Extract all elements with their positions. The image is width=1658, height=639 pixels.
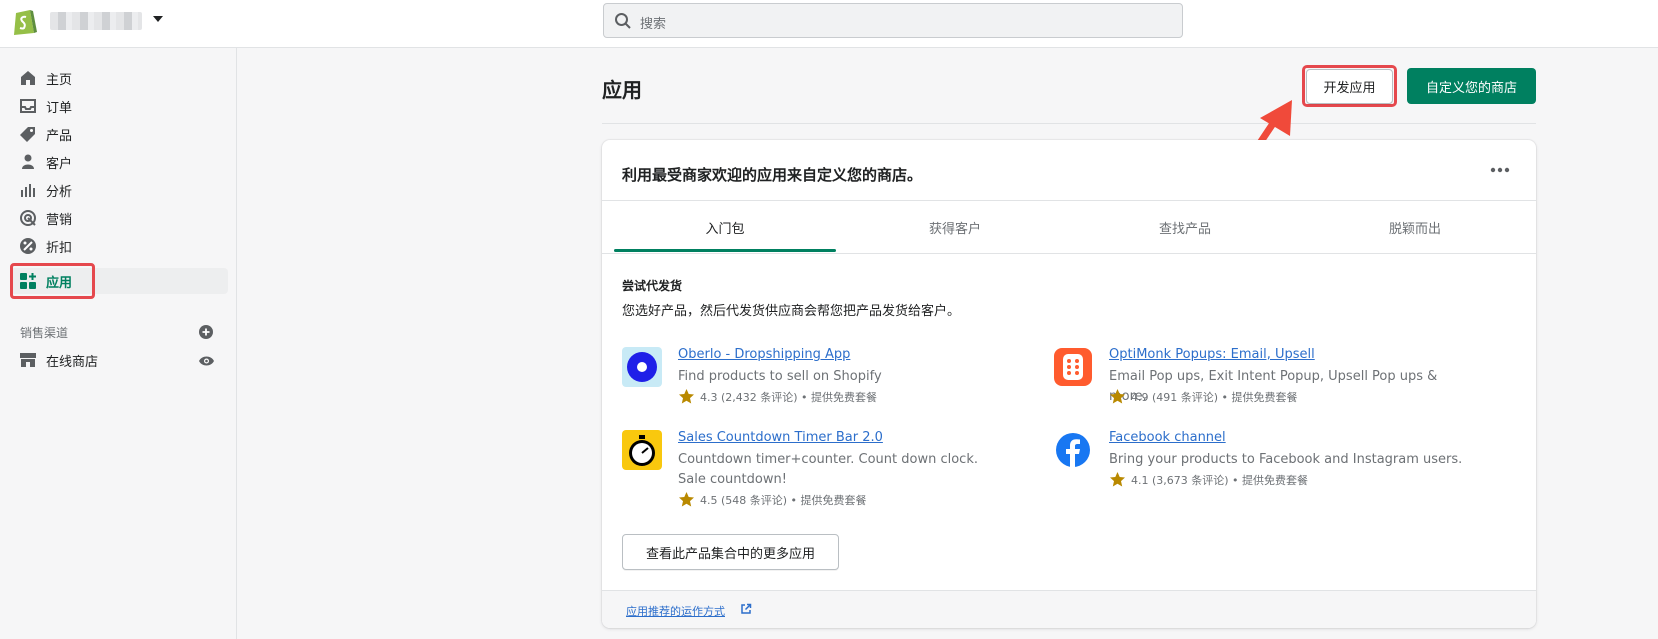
customize-store-button[interactable]: 自定义您的商店 [1407, 68, 1536, 104]
inbox-icon [20, 99, 36, 113]
active-tab-indicator [614, 249, 836, 252]
more-horizontal-icon[interactable] [1490, 166, 1510, 174]
add-circle-icon[interactable] [199, 325, 213, 339]
app-rating: 4.1 (3,673 条评论) • 提供免费套餐 [1109, 471, 1308, 488]
how-recommendations-work-link[interactable]: 应用推荐的运作方式 [626, 603, 725, 619]
app-name-link[interactable]: Sales Countdown Timer Bar 2.0 [678, 430, 883, 445]
view-more-apps-button[interactable]: 查看此产品集合中的更多应用 [622, 534, 839, 570]
sidebar-item-customers[interactable]: 客户 [10, 149, 228, 175]
app-rating-text: 4.9 (491 条评论) • 提供免费套餐 [1131, 391, 1298, 404]
app-rating-text: 4.3 (2,432 条评论) • 提供免费套餐 [700, 391, 878, 404]
sidebar-item-label: 客户 [46, 157, 73, 172]
recommended-apps-card: 利用最受商家欢迎的应用来自定义您的商店。 入门包 获得客户 查找产品 脱颖而出 … [602, 140, 1536, 628]
store-icon [20, 353, 36, 367]
star-icon [679, 492, 694, 507]
person-icon [22, 154, 34, 169]
facebook-app-icon[interactable] [1053, 430, 1093, 470]
chevron-down-icon[interactable] [153, 16, 163, 22]
sidebar-item-label: 分析 [46, 185, 73, 200]
app-rating-text: 4.1 (3,673 条评论) • 提供免费套餐 [1131, 474, 1309, 487]
app-name-link[interactable]: Facebook channel [1109, 430, 1226, 445]
divider [602, 253, 1536, 254]
section-title: 尝试代发货 [622, 279, 683, 293]
app-rating: 4.3 (2,432 条评论) • 提供免费套餐 [678, 388, 877, 405]
oberlo-app-icon[interactable] [622, 347, 662, 387]
app-name-link[interactable]: Oberlo - Dropshipping App [678, 347, 850, 362]
tab-get-customers[interactable]: 获得客户 [844, 201, 1066, 253]
app-rating: 4.9 (491 条评论) • 提供免费套餐 [1109, 388, 1298, 405]
app-description: Countdown timer+counter. Count down cloc… [678, 452, 978, 487]
divider [602, 123, 1536, 124]
star-icon [679, 389, 694, 404]
card-footer: 应用推荐的运作方式 [602, 590, 1536, 628]
tab-find-products[interactable]: 查找产品 [1074, 201, 1296, 253]
discount-icon [20, 238, 36, 254]
card-title: 利用最受商家欢迎的应用来自定义您的商店。 [622, 166, 923, 184]
optimonk-app-icon[interactable] [1053, 347, 1093, 387]
develop-apps-button[interactable]: 开发应用 [1306, 69, 1393, 104]
top-bar: 搜索 [0, 0, 1658, 48]
search-icon [615, 13, 631, 29]
countdown-timer-app-icon[interactable] [622, 430, 662, 470]
page-title: 应用 [602, 78, 642, 102]
shopify-logo[interactable] [12, 6, 38, 36]
section-description: 您选好产品，然后代发货供应商会帮您把产品发货给客户。 [622, 304, 961, 319]
tab-stand-out[interactable]: 脱颖而出 [1304, 201, 1526, 253]
store-name-blurred[interactable] [50, 12, 142, 30]
app-description: Bring your products to Facebook and Inst… [1109, 452, 1463, 467]
search-input[interactable]: 搜索 [603, 3, 1183, 38]
sidebar-item-products[interactable]: 产品 [10, 121, 228, 147]
app-listing: Facebook channel Bring your products to … [1053, 430, 1473, 510]
sidebar-item-online-store[interactable]: 在线商店 [10, 347, 228, 373]
target-icon [20, 210, 36, 226]
app-listing: OptiMonk Popups: Email, Upsell Email Pop… [1053, 347, 1473, 427]
sidebar-item-label: 营销 [46, 213, 73, 228]
star-icon [1110, 389, 1125, 404]
sidebar-item-label: 产品 [46, 129, 73, 144]
sidebar-item-orders[interactable]: 订单 [10, 93, 228, 119]
app-description: Find products to sell on Shopify [678, 369, 882, 384]
sidebar-item-label: 主页 [46, 73, 73, 88]
sidebar-item-label: 订单 [46, 101, 73, 116]
app-listing: Sales Countdown Timer Bar 2.0 Countdown … [622, 430, 1042, 530]
sidebar-item-marketing[interactable]: 营销 [10, 205, 228, 231]
sales-channels-label: 销售渠道 [20, 326, 69, 340]
star-icon [1110, 472, 1125, 487]
app-rating-text: 4.5 (548 条评论) • 提供免费套餐 [700, 494, 867, 507]
external-link-icon[interactable] [740, 603, 752, 615]
app-rating: 4.5 (548 条评论) • 提供免费套餐 [678, 491, 867, 508]
app-name-link[interactable]: OptiMonk Popups: Email, Upsell [1109, 347, 1315, 362]
tag-icon [20, 127, 35, 142]
app-listing: Oberlo - Dropshipping App Find products … [622, 347, 1042, 427]
sidebar-item-analytics[interactable]: 分析 [10, 177, 228, 203]
sidebar-item-discounts[interactable]: 折扣 [10, 233, 228, 259]
bar-chart-icon [21, 184, 35, 197]
tab-starter-pack[interactable]: 入门包 [614, 201, 836, 253]
apps-highlight-annotation [10, 263, 95, 299]
eye-icon[interactable] [198, 354, 215, 368]
sidebar-item-home[interactable]: 主页 [10, 65, 228, 91]
sidebar-item-label: 折扣 [46, 241, 73, 256]
home-icon [21, 71, 35, 85]
search-placeholder: 搜索 [640, 17, 667, 32]
sidebar-item-label: 在线商店 [46, 355, 99, 370]
